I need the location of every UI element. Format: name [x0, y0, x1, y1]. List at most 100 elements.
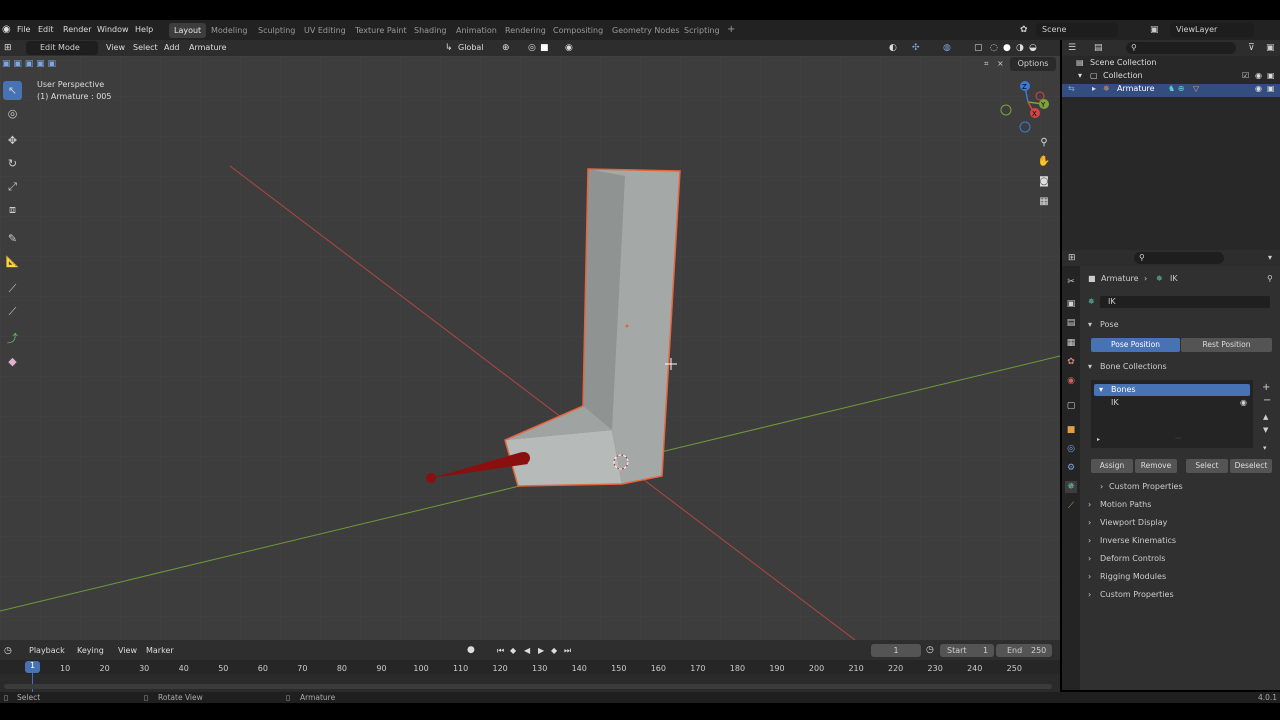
render-tab-icon[interactable]: ▣ [1065, 298, 1077, 310]
object-tab-icon[interactable]: ■ [1065, 424, 1077, 436]
view-layer-icon[interactable]: ▣ [1150, 25, 1159, 35]
record-icon[interactable]: ● [467, 645, 475, 655]
play-reverse-icon[interactable]: ◀ [524, 646, 530, 655]
menu-marker[interactable]: Marker [146, 646, 174, 655]
jump-keyframe-forward-icon[interactable]: ◆ [551, 646, 557, 655]
blender-logo-icon[interactable]: ◉ [2, 24, 11, 35]
tab-modeling[interactable]: Modeling [206, 23, 252, 38]
list-item-bones[interactable]: ▾ Bones [1094, 384, 1250, 396]
pose-position-button[interactable]: Pose Position [1091, 338, 1180, 352]
play-icon[interactable]: ▶ [538, 646, 544, 655]
chevron-down-icon[interactable]: ▾ [1268, 253, 1272, 262]
orientation-icon[interactable]: ↳ [445, 43, 453, 53]
menu-render[interactable]: Render [63, 25, 91, 34]
panel-rigging-modules[interactable]: Rigging Modules [1100, 572, 1166, 581]
shading-wireframe-icon[interactable]: ◌ [990, 43, 998, 53]
perspective-toggle-icon[interactable]: ▦ [1036, 196, 1052, 212]
add-workspace-button[interactable]: + [722, 23, 740, 38]
deselect-button[interactable]: Deselect [1230, 459, 1272, 473]
panel-custom-properties[interactable]: Custom Properties [1100, 590, 1174, 599]
properties-search-input[interactable]: ⚲ [1134, 252, 1224, 264]
outliner-scene-collection[interactable]: ▤ Scene Collection [1062, 58, 1280, 71]
expand-icon[interactable]: ▸ [1097, 436, 1100, 443]
bone-envelope-tool-icon[interactable]: ⟋ [3, 302, 22, 321]
tab-animation[interactable]: Animation [451, 23, 502, 38]
menu-window[interactable]: Window [97, 25, 129, 34]
gizmo-toggle-icon[interactable]: ✣ [912, 43, 920, 53]
bone-collections-list[interactable]: ▾ Bones IK ◉ ▸ ⋯ [1091, 380, 1253, 448]
timeline-scrollbar[interactable] [4, 684, 1052, 689]
visibility-icon[interactable]: ◐ [889, 43, 897, 53]
timeline-editor-icon[interactable]: ◷ [4, 646, 12, 656]
remove-collection-icon[interactable]: − [1263, 395, 1271, 406]
tab-compositing[interactable]: Compositing [548, 23, 608, 38]
editor-type-icon[interactable]: ⊞ [4, 43, 12, 53]
camera-icon[interactable]: ▣ [1267, 71, 1275, 80]
filter-icon[interactable]: ⊽ [1248, 43, 1255, 53]
scale-tool-icon[interactable]: ⤢ [3, 177, 22, 196]
custom-properties-subpanel[interactable]: Custom Properties [1109, 482, 1183, 491]
measure-tool-icon[interactable]: 📐 [3, 252, 22, 271]
playhead[interactable]: 1 [25, 661, 40, 673]
menu-armature[interactable]: Armature [189, 43, 227, 52]
shading-solid-icon[interactable]: ● [1003, 43, 1011, 53]
orientation-selector[interactable]: Global [458, 43, 484, 52]
bone-collections-title[interactable]: Bone Collections [1100, 362, 1167, 371]
extrude-tool-icon[interactable]: ⤴ [3, 328, 22, 347]
menu-view[interactable]: View [106, 43, 125, 52]
menu-select[interactable]: Select [133, 43, 158, 52]
menu-view[interactable]: View [118, 646, 137, 655]
collection-tab-icon[interactable]: ▢ [1065, 400, 1077, 412]
pin-icon[interactable]: ⚲ [1267, 274, 1273, 283]
new-collection-icon[interactable]: ▣ [1266, 43, 1275, 53]
transform-tool-icon[interactable]: ⧈ [3, 200, 22, 219]
bone-tab-icon[interactable]: ⟋ [1065, 500, 1077, 512]
annotate-tool-icon[interactable]: ✎ [3, 229, 22, 248]
chevron-right-icon[interactable]: › [1088, 500, 1091, 509]
mode-selector[interactable]: Edit Mode [26, 41, 98, 55]
chevron-down-icon[interactable]: ▾ [1088, 320, 1092, 329]
outliner-armature[interactable]: ⇆ ▸ ✵ Armature ♞ ⊕ ▽ ◉ ▣ [1062, 84, 1280, 97]
end-frame-field[interactable]: End 250 [996, 644, 1052, 657]
outliner-collection[interactable]: ▾ ▢ Collection ☑ ◉ ▣ [1062, 71, 1280, 84]
jump-start-icon[interactable]: ⏮ [497, 646, 504, 656]
eye-icon[interactable]: ◉ [1240, 398, 1247, 407]
move-down-icon[interactable]: ▼ [1263, 426, 1268, 434]
close-icon[interactable]: × [997, 59, 1004, 68]
resize-handle-icon[interactable]: ⋯ [1175, 435, 1181, 442]
view-layer-selector[interactable]: ViewLayer [1170, 23, 1254, 37]
rotate-tool-icon[interactable]: ↻ [3, 154, 22, 173]
jump-keyframe-back-icon[interactable]: ◆ [510, 646, 516, 655]
add-collection-icon[interactable]: + [1262, 382, 1270, 393]
tab-uv-editing[interactable]: UV Editing [299, 23, 351, 38]
eye-icon[interactable]: ◉ [1255, 71, 1262, 80]
menu-edit[interactable]: Edit [38, 25, 54, 34]
eye-icon[interactable]: ◉ [1255, 84, 1262, 93]
chevron-right-icon[interactable]: › [1088, 518, 1091, 527]
rest-position-button[interactable]: Rest Position [1181, 338, 1272, 352]
menu-keying[interactable]: Keying [77, 646, 104, 655]
panel-inverse-kinematics[interactable]: Inverse Kinematics [1100, 536, 1176, 545]
menu-help[interactable]: Help [135, 25, 153, 34]
tab-texture-paint[interactable]: Texture Paint [350, 23, 412, 38]
tool-tab-icon[interactable]: ✂ [1065, 276, 1077, 288]
menu-file[interactable]: File [17, 25, 30, 34]
snap-target-icon[interactable]: ■ [540, 43, 549, 53]
current-frame-field[interactable]: 1 [871, 644, 921, 657]
tab-rendering[interactable]: Rendering [500, 23, 551, 38]
snap-options-icon[interactable]: ⌗ [984, 59, 989, 69]
zoom-icon[interactable]: ⚲ [1036, 137, 1052, 153]
armature-data-tab-icon[interactable]: ✵ [1065, 481, 1077, 493]
xray-icon[interactable]: ▢ [974, 43, 983, 53]
cursor-tool-icon[interactable]: ◎ [3, 104, 22, 123]
menu-add[interactable]: Add [164, 43, 180, 52]
tab-shading[interactable]: Shading [409, 23, 452, 38]
select-button[interactable]: Select [1186, 459, 1228, 473]
tab-sculpting[interactable]: Sculpting [253, 23, 300, 38]
outliner-editor-icon[interactable]: ☰ [1068, 43, 1076, 53]
pose-section-title[interactable]: Pose [1100, 320, 1119, 329]
select-tool-icon[interactable]: ↖ [3, 81, 22, 100]
menu-playback[interactable]: Playback [29, 646, 65, 655]
chevron-right-icon[interactable]: › [1088, 536, 1091, 545]
bone-size-tool-icon[interactable]: ⟋ [3, 279, 22, 298]
